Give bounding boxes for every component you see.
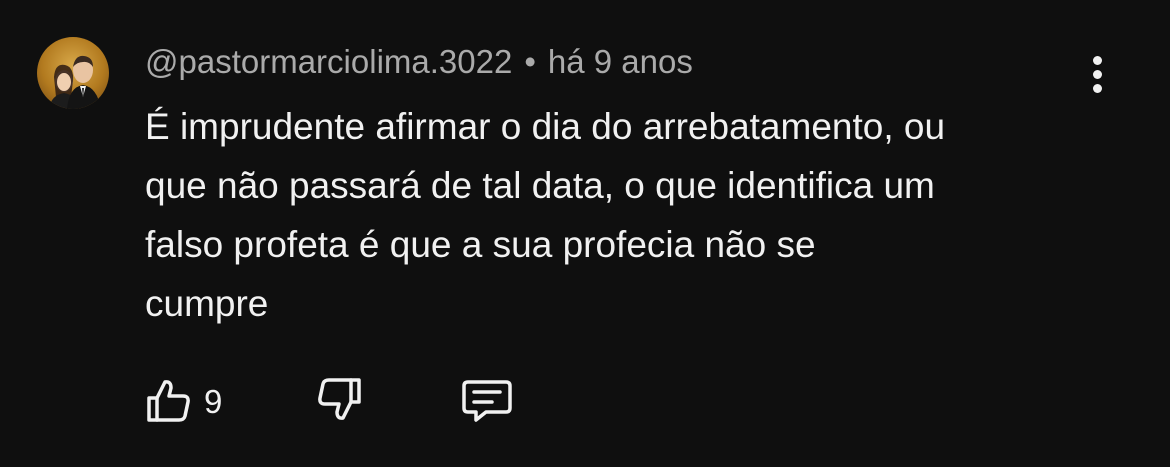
avatar[interactable] [37, 37, 109, 109]
dislike-button[interactable] [315, 376, 365, 424]
comment-header: @pastormarciolima.3022 • há 9 anos [145, 42, 693, 82]
more-vert-icon-dot-middle [1093, 70, 1102, 79]
comment-text-line: falso profeta é que a sua profecia não s… [145, 224, 816, 265]
comment-timestamp: há 9 anos [547, 43, 693, 80]
reply-comment-icon [462, 380, 512, 422]
like-count: 9 [204, 383, 223, 420]
avatar-image [49, 55, 101, 109]
more-vert-icon-dot-top [1093, 56, 1102, 65]
comment-text-line: É imprudente afirmar o dia do arrebatame… [145, 106, 946, 147]
comment-text-line: cumpre [145, 283, 269, 324]
comment-actions: 9 [145, 376, 545, 426]
more-options-button[interactable] [1082, 54, 1114, 94]
thumb-up-icon [147, 380, 190, 422]
more-vert-icon-dot-bottom [1093, 84, 1102, 93]
reply-button[interactable] [460, 376, 514, 424]
author-name[interactable]: @pastormarciolima.3022 [145, 43, 512, 80]
comment-thread: @pastormarciolima.3022 • há 9 anos É impru… [0, 0, 1170, 467]
comment-text-line: que não passará de tal data, o que ident… [145, 165, 935, 206]
thumb-down-icon [318, 378, 361, 420]
comment-text: É imprudente afirmar o dia do arrebatame… [145, 97, 1125, 333]
header-separator: • [524, 43, 536, 80]
like-button[interactable]: 9 [145, 376, 245, 424]
